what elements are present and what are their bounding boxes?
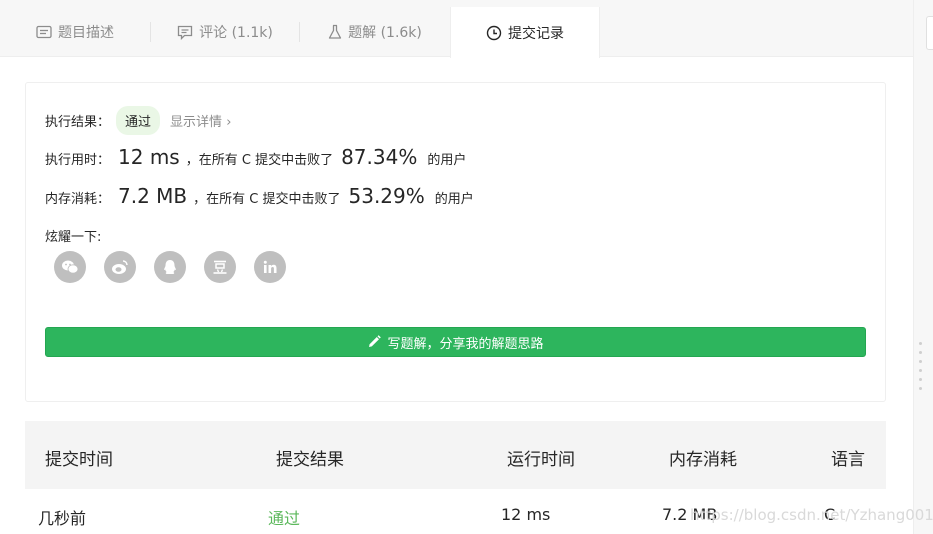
linkedin-icon[interactable]: [254, 251, 286, 283]
share-label-row: 炫耀一下:: [45, 226, 101, 245]
right-rail: [913, 0, 933, 534]
runtime-mid-text: ，在所有 C 提交中击败了: [185, 153, 334, 168]
tab-label: 提交记录: [508, 25, 564, 42]
tab-submissions[interactable]: 提交记录: [450, 7, 600, 58]
tab-comments[interactable]: 评论 (1.1k): [151, 7, 299, 57]
tab-solutions[interactable]: 题解 (1.6k): [300, 7, 450, 57]
runtime-tail-text: 的用户: [427, 153, 467, 168]
show-detail-label: 显示详情: [170, 115, 223, 130]
exec-result-label: 执行结果：: [45, 115, 111, 130]
tab-label: 评论 (1.1k): [199, 25, 273, 41]
chevron-right-icon: ›: [226, 115, 232, 130]
show-detail-link[interactable]: 显示详情 ›: [170, 111, 231, 130]
share-label: 炫耀一下:: [45, 230, 102, 245]
tab-label: 题解 (1.6k): [348, 25, 422, 41]
runtime-row: 执行用时： 12 ms ，在所有 C 提交中击败了 87.34% 的用户: [45, 145, 466, 169]
memory-tail-text: 的用户: [434, 192, 474, 207]
weibo-icon[interactable]: [104, 251, 136, 283]
rail-toggle-button[interactable]: [926, 16, 933, 50]
wechat-icon[interactable]: [54, 251, 86, 283]
pencil-icon: [367, 335, 382, 349]
resize-handle[interactable]: [919, 342, 922, 396]
comment-icon: [177, 25, 193, 40]
table-header: 提交时间 提交结果 运行时间 内存消耗 语言: [25, 421, 886, 489]
description-icon: [36, 25, 52, 39]
tab-bar: 题目描述 评论 (1.1k) 题解 (1.6k) 提交记录: [0, 0, 913, 58]
memory-row: 内存消耗： 7.2 MB ，在所有 C 提交中击败了 53.29% 的用户: [45, 184, 474, 208]
share-buttons: [54, 251, 304, 283]
memory-mid-text: ，在所有 C 提交中击败了: [193, 192, 341, 207]
memory-label: 内存消耗：: [45, 192, 111, 207]
status-badge: 通过: [116, 106, 161, 135]
write-solution-button[interactable]: 写题解，分享我的解题思路: [45, 327, 866, 357]
tab-label: 题目描述: [58, 25, 114, 41]
column-header-language[interactable]: 语言: [831, 445, 865, 470]
column-header-memory[interactable]: 内存消耗: [669, 445, 737, 470]
cell-time: 几秒前: [38, 509, 87, 528]
column-header-runtime[interactable]: 运行时间: [507, 445, 575, 470]
cell-result[interactable]: 通过: [268, 505, 300, 529]
cell-runtime: 12 ms: [501, 505, 551, 524]
column-header-time[interactable]: 提交时间: [45, 445, 113, 470]
runtime-label: 执行用时：: [45, 153, 111, 168]
runtime-percent: 87.34%: [341, 145, 418, 169]
result-card: 执行结果： 通过 显示详情 › 执行用时： 12 ms ，在所有 C 提交中击败…: [25, 82, 886, 402]
memory-value: 7.2 MB: [118, 184, 188, 208]
tab-description[interactable]: 题目描述: [0, 7, 150, 57]
flask-icon: [328, 24, 342, 40]
write-solution-label: 写题解，分享我的解题思路: [387, 336, 544, 352]
douban-icon[interactable]: [204, 251, 236, 283]
runtime-value: 12 ms: [118, 145, 180, 169]
qq-icon[interactable]: [154, 251, 186, 283]
watermark: https://blog.csdn.net/Yzhang001: [690, 506, 933, 524]
exec-result-row: 执行结果： 通过 显示详情 ›: [45, 106, 231, 135]
column-header-result[interactable]: 提交结果: [276, 445, 344, 470]
memory-percent: 53.29%: [348, 184, 425, 208]
clock-icon: [486, 25, 502, 41]
